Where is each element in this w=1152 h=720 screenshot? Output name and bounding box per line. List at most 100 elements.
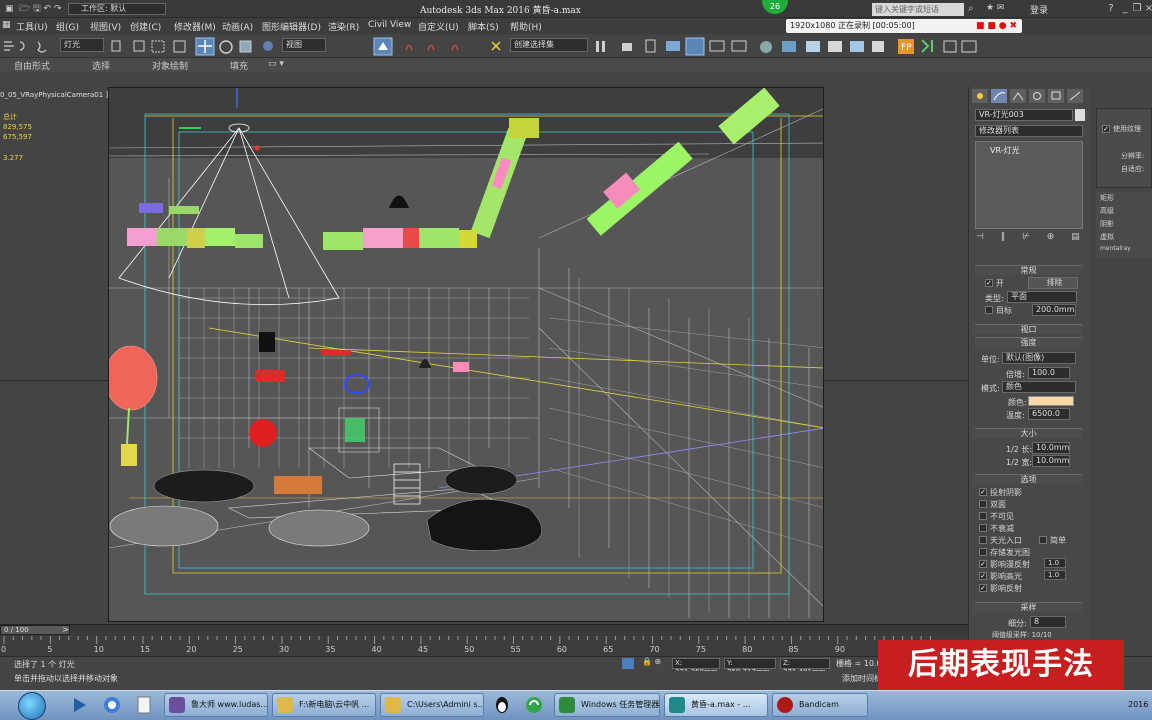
option-checkbox-no-decay[interactable]: [979, 524, 987, 532]
option-checkbox-affect-diffuse[interactable]: ✓: [979, 560, 987, 568]
rollout-rectangle[interactable]: 矩形: [1100, 193, 1114, 203]
menu-item-modifiers[interactable]: 修改器(M): [174, 20, 216, 33]
units-dropdown[interactable]: 默认(图像): [1002, 352, 1076, 364]
option-checkbox-affect-reflections[interactable]: ✓: [979, 584, 987, 592]
subscription-icon[interactable]: ★ ✉: [986, 3, 1004, 13]
ribbon-tab-object-paint[interactable]: 对象绘制: [152, 59, 188, 72]
half-length-field[interactable]: 10.0mm: [1032, 442, 1070, 454]
simple-checkbox[interactable]: [1039, 536, 1047, 544]
object-name-field[interactable]: VR-灯光003: [975, 109, 1073, 121]
on-checkbox[interactable]: ✓: [985, 279, 993, 287]
ribbon-options-icon[interactable]: ▭ ▾: [268, 59, 284, 69]
time-slider-handle[interactable]: 0 / 100: [0, 625, 70, 635]
option-checkbox-store-irradiance[interactable]: [979, 548, 987, 556]
menu-item-civil-view[interactable]: Civil View: [368, 20, 411, 30]
taskbar-item-folder-f[interactable]: F:\新电脑\云中帆 ...: [272, 693, 376, 717]
start-button[interactable]: [18, 692, 46, 720]
taskbar-item-bandicam[interactable]: Bandicam: [772, 693, 868, 717]
section-viewport[interactable]: 视口: [975, 324, 1082, 334]
menu-item-customize[interactable]: 自定义(U): [418, 20, 459, 33]
color-swatch[interactable]: [1028, 396, 1074, 406]
rollout-mentalray[interactable]: mentalray: [1100, 245, 1131, 252]
timeline-tick-label: 70: [649, 645, 660, 654]
menu-item-tools[interactable]: 工具(U): [16, 20, 48, 33]
option-checkbox-skylight-portal[interactable]: [979, 536, 987, 544]
pinned-360-icon[interactable]: [522, 694, 546, 716]
workspace-dropdown[interactable]: 工作区: 默认: [68, 3, 166, 15]
taskbar-item-3dsmax[interactable]: 黄昏-a.max - ...: [664, 693, 768, 717]
option-label-cast-shadows: 投射阴影: [990, 488, 1022, 497]
stack-tools-icon[interactable]: ⊣ ‖ ⊬ ⊕ ▤: [976, 232, 1087, 242]
half-width-field[interactable]: 10.0mm: [1032, 455, 1070, 467]
x-coordinate-field[interactable]: X: 321.368mm: [672, 658, 720, 676]
taskbar-item-folder-users[interactable]: C:\Users\Admini s...: [380, 693, 484, 717]
file-icon[interactable]: ▦: [2, 20, 11, 30]
mode-dropdown[interactable]: 颜色: [1002, 381, 1076, 393]
max-logo-icon[interactable]: ▣: [2, 2, 17, 16]
target-distance-field[interactable]: 200.0mm: [1032, 304, 1076, 316]
time-slider-track[interactable]: [0, 624, 968, 636]
diffuse-amount-field[interactable]: 1.0: [1044, 558, 1066, 568]
use-texture-checkbox[interactable]: ✓: [1102, 125, 1110, 133]
z-coordinate-field[interactable]: Z: 371.481mm: [780, 658, 830, 676]
type-dropdown[interactable]: 平面: [1007, 291, 1077, 303]
menu-item-help[interactable]: 帮助(H): [510, 20, 542, 33]
option-checkbox-cast-shadows[interactable]: ✓: [979, 488, 987, 496]
search-icon[interactable]: ⌕: [968, 3, 974, 14]
object-color-swatch[interactable]: [1075, 109, 1085, 121]
close-icon[interactable]: ×: [1142, 3, 1152, 15]
login-button[interactable]: 登录: [1030, 3, 1048, 16]
search-input[interactable]: 键入关键字或短语: [872, 3, 964, 16]
menu-item-view[interactable]: 视图(V): [90, 20, 121, 33]
menu-item-create[interactable]: 创建(C): [130, 20, 161, 33]
specular-amount-field[interactable]: 1.0: [1044, 570, 1066, 580]
rollout-virtual[interactable]: 虚拟: [1100, 232, 1114, 242]
option-checkbox-affect-specular[interactable]: ✓: [979, 572, 987, 580]
camera-viewport[interactable]: [108, 87, 824, 622]
section-intensity[interactable]: 强度: [975, 337, 1082, 347]
menu-item-group[interactable]: 组(G): [56, 20, 79, 33]
option-checkbox-invisible[interactable]: [979, 512, 987, 520]
taskbar-item-task-manager[interactable]: Windows 任务管理器: [554, 693, 660, 717]
pinned-arrow-icon[interactable]: [68, 694, 92, 716]
rollout-advanced[interactable]: 高级: [1100, 206, 1114, 216]
time-slider-next-icon[interactable]: >: [62, 625, 69, 634]
taskbar-item-ludashi[interactable]: 鲁大师 www.ludas...: [164, 693, 268, 717]
modifier-stack[interactable]: VR-灯光: [975, 141, 1083, 229]
quick-access-toolbar[interactable]: 🗁 🖫 ↶ ↷: [16, 2, 65, 16]
ribbon-tab-selection[interactable]: 选择: [92, 59, 110, 72]
taskbar-clock[interactable]: 2016: [1128, 700, 1148, 709]
section-size[interactable]: 大小: [975, 428, 1082, 438]
pinned-qq-icon[interactable]: [490, 694, 514, 716]
rollout-shadow[interactable]: 阴影: [1100, 219, 1114, 229]
section-sampling[interactable]: 采样: [975, 602, 1082, 612]
exclude-button[interactable]: 排除: [1028, 277, 1078, 289]
selection-filter-dropdown[interactable]: 灯光: [60, 38, 104, 52]
menu-item-rendering[interactable]: 渲染(R): [328, 20, 359, 33]
menu-item-animation[interactable]: 动画(A): [222, 20, 253, 33]
modifier-list-dropdown[interactable]: 修改器列表: [975, 125, 1083, 137]
section-general[interactable]: 常规: [975, 265, 1082, 275]
menu-item-graph-editors[interactable]: 图形编辑器(D): [262, 20, 321, 33]
ribbon-tab-populate[interactable]: 填充: [230, 59, 248, 72]
target-checkbox[interactable]: [985, 306, 993, 314]
named-selection-dropdown[interactable]: 创建选择集: [510, 38, 588, 52]
option-checkbox-double-sided[interactable]: [979, 500, 987, 508]
section-options[interactable]: 选项: [975, 474, 1082, 484]
ribbon-tab-freeform[interactable]: 自由形式: [14, 59, 50, 72]
temperature-field[interactable]: 6500.0: [1028, 408, 1070, 420]
selection-status: 选择了 1 个 灯光: [14, 660, 75, 669]
pinned-notepad-icon[interactable]: [132, 694, 156, 716]
reference-coord-dropdown[interactable]: 视图: [282, 38, 326, 52]
pinned-baidu-icon[interactable]: [100, 694, 124, 716]
isolate-icon[interactable]: [622, 658, 634, 669]
subdivs-field[interactable]: 8: [1030, 616, 1066, 628]
recorder-controls-icon[interactable]: ■ ■ ● ✖: [976, 19, 1017, 33]
y-coordinate-field[interactable]: Y: 259.717mm: [724, 658, 776, 676]
menu-item-scripting[interactable]: 脚本(S): [468, 20, 499, 33]
modifier-stack-item[interactable]: VR-灯光: [990, 145, 1020, 156]
command-panel-tabs[interactable]: [972, 89, 1084, 103]
multiplier-field[interactable]: 100.0: [1028, 367, 1070, 379]
lock-icon[interactable]: 🔒 ⊕: [642, 657, 661, 666]
help-icon[interactable]: ?: [1104, 3, 1118, 15]
